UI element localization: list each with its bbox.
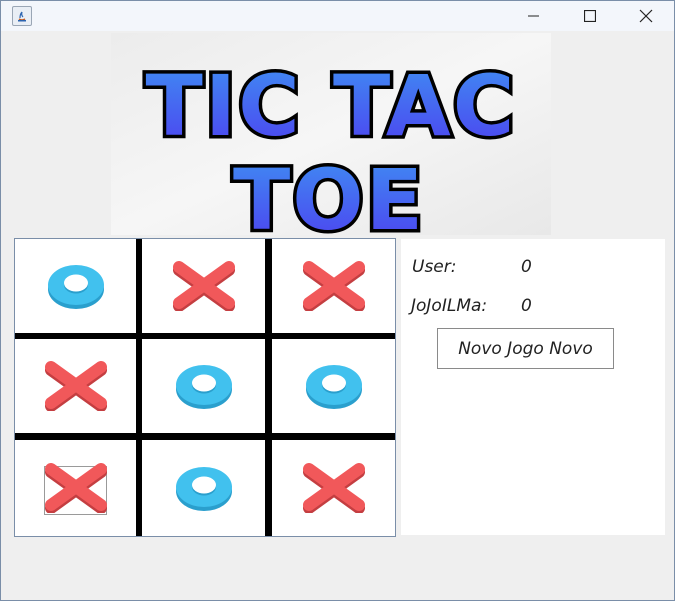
- title-bar: [1, 1, 674, 31]
- x-mark-icon: [44, 361, 107, 411]
- o-mark-icon: [47, 265, 104, 309]
- tic-tac-toe-logo: TIC TAC TOE: [111, 33, 551, 235]
- board-cell[interactable]: [15, 239, 136, 333]
- board-cell[interactable]: [272, 339, 395, 433]
- maximize-icon: [584, 10, 596, 22]
- user-score-label: User:: [412, 257, 457, 277]
- o-mark-icon: [305, 365, 362, 409]
- board-cell[interactable]: [272, 239, 395, 333]
- board-cell[interactable]: [15, 440, 136, 536]
- user-score-value: 0: [521, 257, 532, 277]
- cpu-score-value: 0: [521, 296, 532, 316]
- cpu-score-label: JoJoILMa:: [411, 296, 488, 316]
- java-app-icon: [12, 6, 32, 26]
- board-cell[interactable]: [272, 440, 395, 536]
- logo-line-2: TOE: [233, 151, 425, 235]
- close-icon: [639, 9, 653, 23]
- x-mark-icon: [44, 463, 107, 513]
- x-mark-icon: [172, 261, 235, 311]
- board-cell[interactable]: [142, 440, 265, 536]
- board-cell[interactable]: [142, 339, 265, 433]
- x-mark-icon: [302, 463, 365, 513]
- score-panel: [401, 239, 665, 535]
- o-mark-icon: [175, 365, 232, 409]
- maximize-button[interactable]: [562, 1, 618, 31]
- minimize-icon: [528, 15, 539, 17]
- minimize-button[interactable]: [506, 1, 562, 31]
- board-cell[interactable]: [15, 339, 136, 433]
- logo-line-1: TIC TAC: [146, 57, 517, 155]
- new-game-button[interactable]: Novo Jogo Novo: [437, 328, 614, 369]
- o-mark-icon: [175, 467, 232, 511]
- close-button[interactable]: [618, 1, 674, 31]
- board-cell[interactable]: [142, 239, 265, 333]
- x-mark-icon: [302, 261, 365, 311]
- game-board: [14, 238, 396, 537]
